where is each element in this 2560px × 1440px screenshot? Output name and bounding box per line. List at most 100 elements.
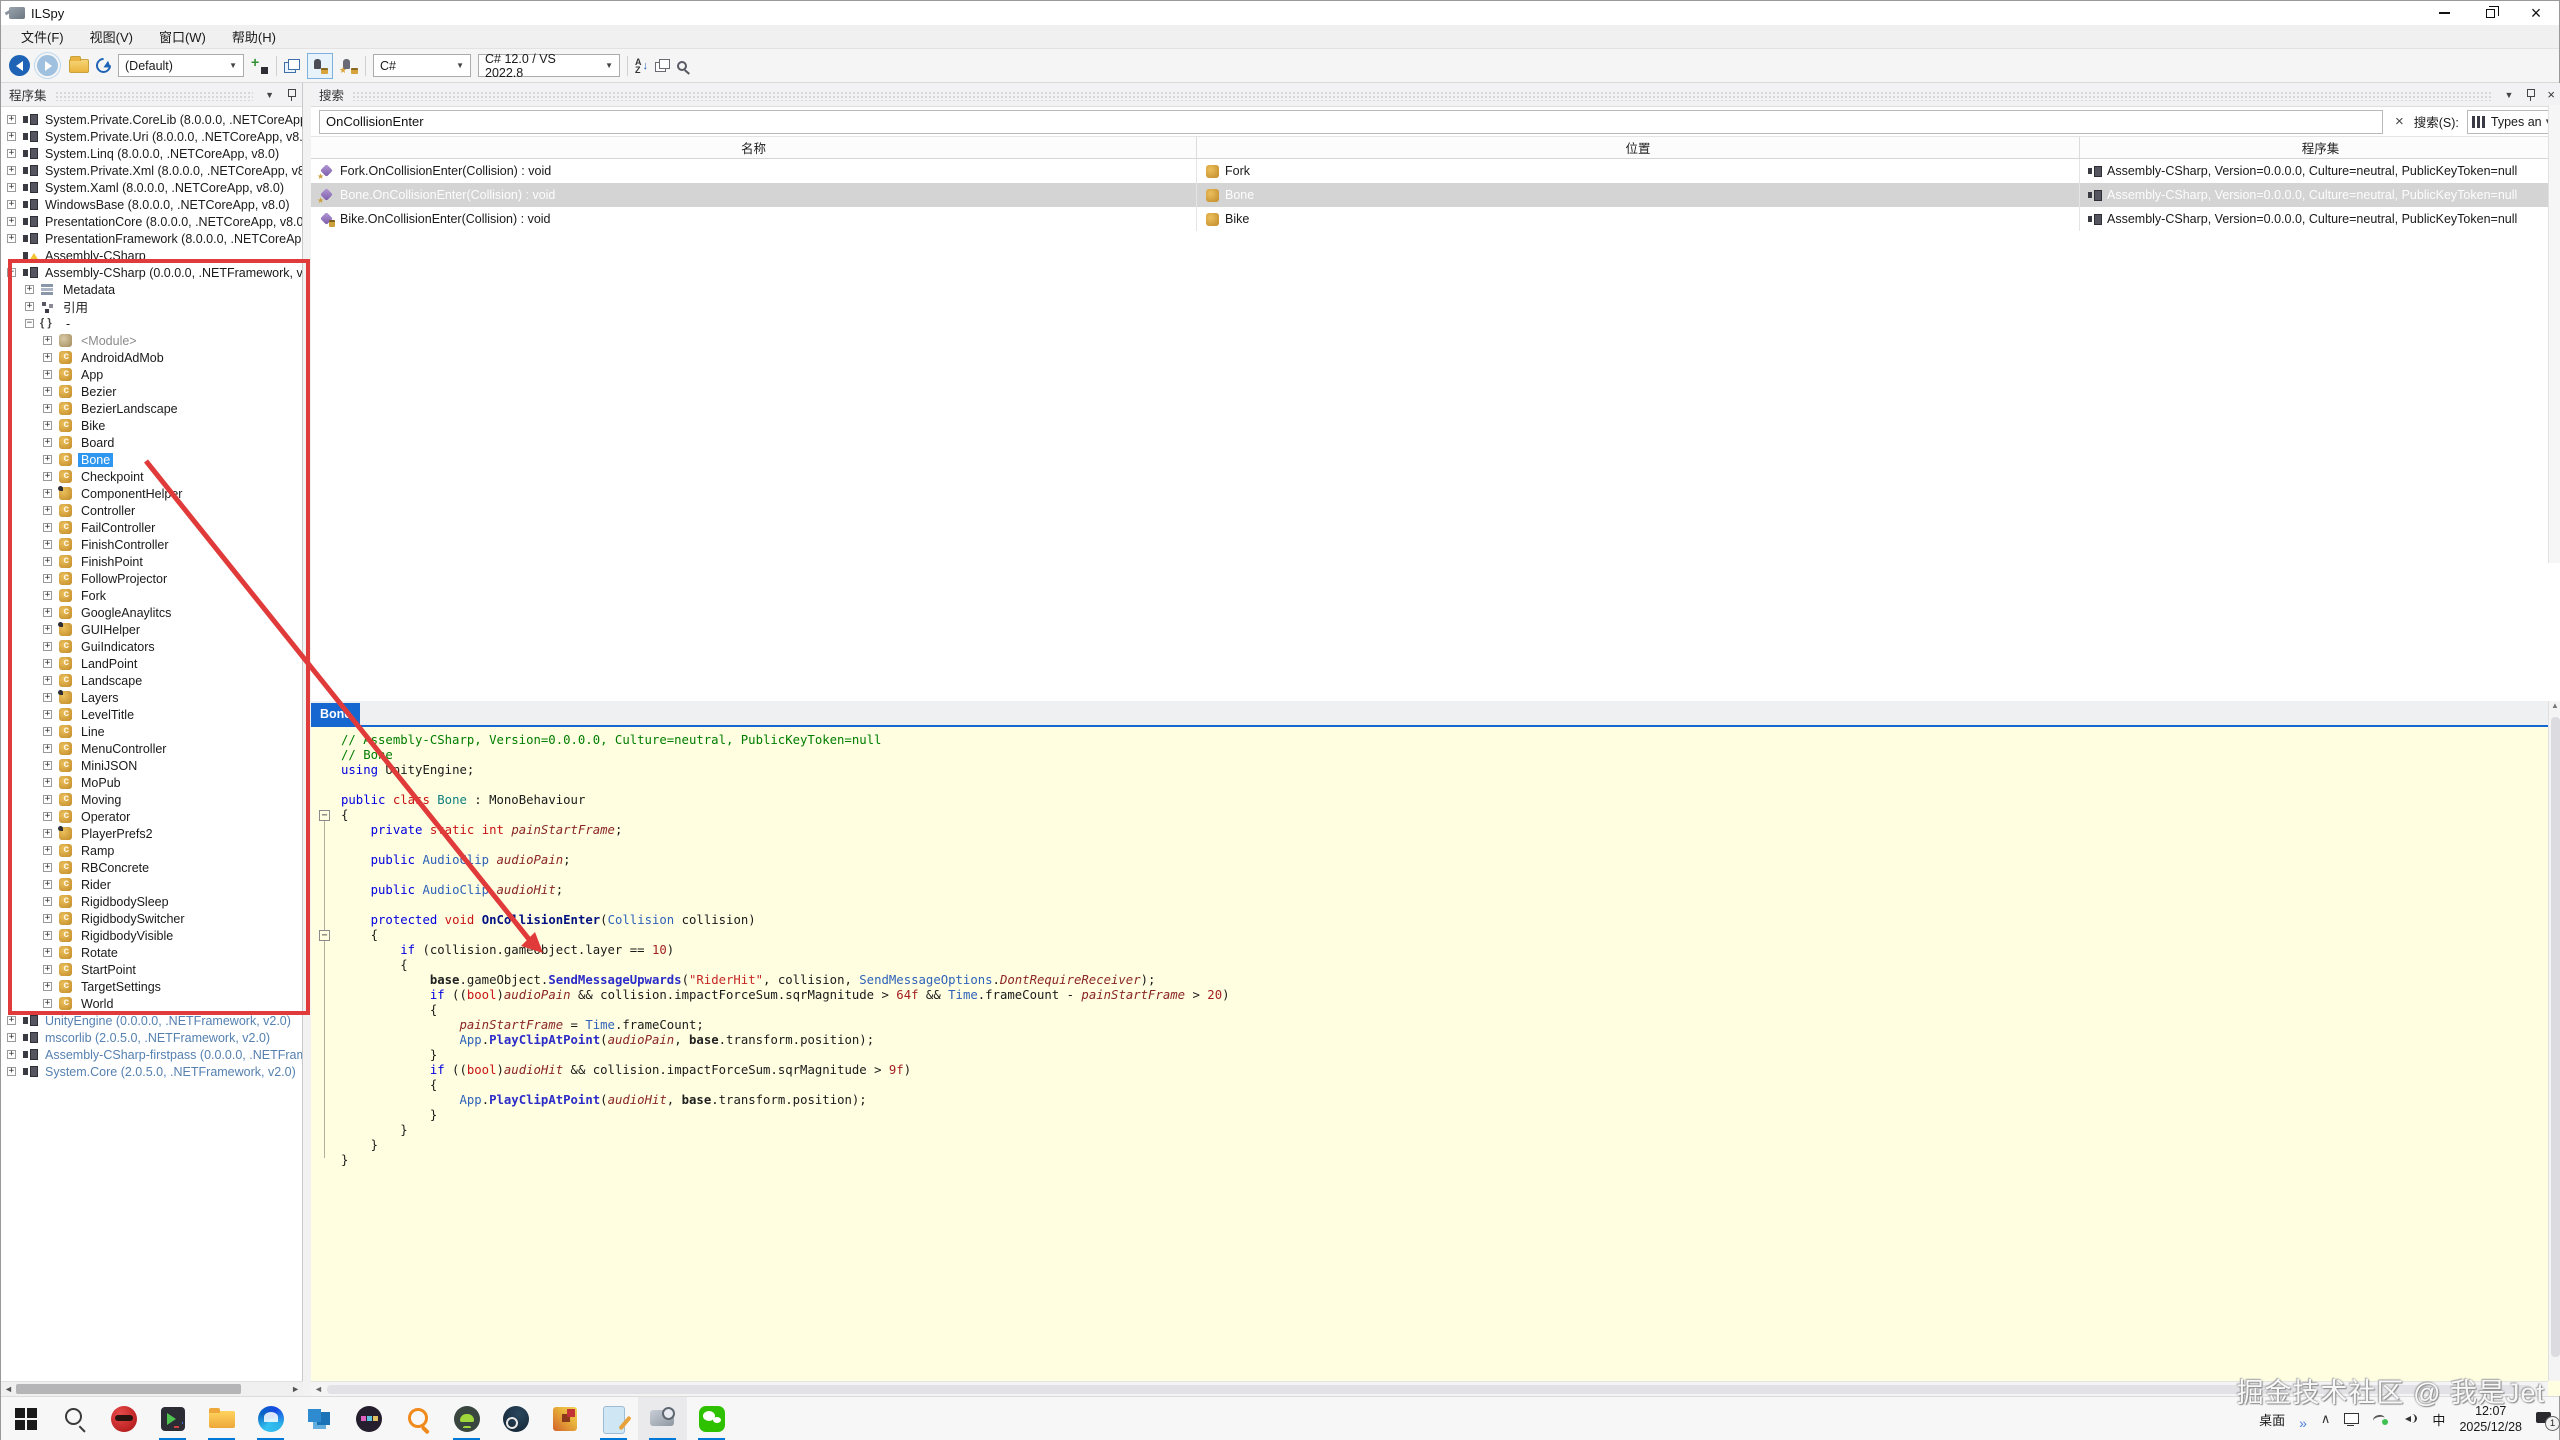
tree-expander-icon[interactable]: − [25,319,34,328]
assembly-list-dropdown[interactable]: (Default) ▼ [118,54,244,77]
desktop-toolbar-label[interactable]: 桌面 [2259,1410,2285,1429]
manage-assembly-lists-button[interactable]: + [251,57,269,75]
tree-expander-icon[interactable]: + [43,710,52,719]
hscroll-thumb[interactable] [16,1384,241,1394]
tree-expander-icon[interactable]: + [43,591,52,600]
tree-item-finishcontroller[interactable]: +FinishController [1,536,302,553]
tree-item-assembly-csharp-firstpass-0-0-0-0-netframework-v2-0[interactable]: +Assembly-CSharp-firstpass (0.0.0.0, .NE… [1,1046,302,1063]
taskbar-icon-vmware[interactable] [295,1397,344,1440]
tree-expander-icon[interactable]: + [43,523,52,532]
scroll-left-icon[interactable]: ◄ [314,1384,323,1394]
tree-item-followprojector[interactable]: +FollowProjector [1,570,302,587]
forward-button[interactable] [37,55,58,76]
connection-status-icon[interactable] [2373,1413,2388,1425]
tree-item-rigidbodyswitcher[interactable]: +RigidbodySwitcher [1,910,302,927]
tree-item-system-private-uri-8-0-0-0-netcoreapp-v8-0[interactable]: +System.Private.Uri (8.0.0.0, .NETCoreAp… [1,128,302,145]
scroll-left-icon[interactable]: ◄ [4,1384,13,1394]
tree-expander-icon[interactable]: + [43,387,52,396]
tree-item-metadata[interactable]: +Metadata [1,281,302,298]
pin-icon[interactable] [286,89,296,101]
tree-expander-icon[interactable]: + [43,659,52,668]
restore-button[interactable] [2467,1,2513,25]
taskbar-icon-steam[interactable] [491,1397,540,1440]
tree-expander-icon[interactable]: + [43,438,52,447]
tree-expander-icon[interactable]: + [7,1050,16,1059]
taskbar-icon-start[interactable] [1,1397,50,1440]
tree-item-checkpoint[interactable]: +Checkpoint [1,468,302,485]
fold-collapse-icon[interactable]: − [319,810,330,821]
menu-help[interactable]: 帮助(H) [220,24,288,49]
tree-expander-icon[interactable]: + [7,200,16,209]
tree-item-rotate[interactable]: +Rotate [1,944,302,961]
tree-item-rider[interactable]: +Rider [1,876,302,893]
tree-expander-icon[interactable]: + [7,1067,16,1076]
tree-expander-icon[interactable]: + [43,880,52,889]
fold-collapse-icon[interactable]: − [319,930,330,941]
tree-expander-icon[interactable]: + [43,421,52,430]
vscroll-thumb[interactable] [2551,717,2560,1357]
search-vscrollbar[interactable] [2548,105,2560,563]
search-result-row[interactable]: Bone.OnCollisionEnter(Collision) : voidB… [311,183,2560,207]
sort-assemblies-button[interactable]: AZ ↓ [635,58,648,74]
show-internal-api-toggle[interactable]: ★ [340,58,358,74]
tree-item-googleanaylitcs[interactable]: +GoogleAnaylitcs [1,604,302,621]
tree-expander-icon[interactable]: + [43,965,52,974]
tree-expander-icon[interactable]: + [43,336,52,345]
hscroll-thumb[interactable] [327,1385,2532,1394]
tree-item-system-private-corelib-8-0-0-0-netcoreapp-v8-0[interactable]: +System.Private.CoreLib (8.0.0.0, .NETCo… [1,111,302,128]
tree-item-operator[interactable]: +Operator [1,808,302,825]
search-result-row[interactable]: Fork.OnCollisionEnter(Collision) : voidF… [311,159,2560,183]
hidden-icons-button[interactable]: ∧ [2321,1411,2331,1427]
column-header-name[interactable]: 名称 [311,137,1197,158]
tree-item-guihelper[interactable]: +GUIHelper [1,621,302,638]
tree-expander-icon[interactable]: + [43,761,52,770]
tree-item-startpoint[interactable]: +StartPoint [1,961,302,978]
search-filter-dropdown[interactable]: Types an ▼ [2467,110,2557,134]
tree-expander-icon[interactable]: + [43,540,52,549]
minimize-button[interactable] [2421,1,2467,25]
taskbar-icon-game[interactable] [540,1397,589,1440]
tree-expander-icon[interactable]: + [43,914,52,923]
tree-item-failcontroller[interactable]: +FailController [1,519,302,536]
tree-item-guiindicators[interactable]: +GuiIndicators [1,638,302,655]
tree-expander-icon[interactable]: + [43,353,52,362]
tree-expander-icon[interactable]: + [43,795,52,804]
tree-expander-icon[interactable]: + [43,948,52,957]
network-icon[interactable] [2344,1413,2359,1425]
tree-item-androidadmob[interactable]: +AndroidAdMob [1,349,302,366]
tree-item-mopub[interactable]: +MoPub [1,774,302,791]
tree-item-bezierlandscape[interactable]: +BezierLandscape [1,400,302,417]
tree-expander-icon[interactable]: + [43,574,52,583]
taskbar-icon-ilspy[interactable] [638,1397,687,1440]
taskbar-icon-edge[interactable] [246,1397,295,1440]
tree-expander-icon[interactable]: + [43,472,52,481]
taskbar-icon-wechat[interactable] [687,1397,736,1440]
tree-item-targetsettings[interactable]: +TargetSettings [1,978,302,995]
language-version-dropdown[interactable]: C# 12.0 / VS 2022.8 ▼ [478,54,620,77]
open-new-tab-button[interactable] [284,59,300,73]
tree-item-[interactable]: +引用 [1,298,302,315]
tree-item-menucontroller[interactable]: +MenuController [1,740,302,757]
panel-menu-icon[interactable]: ▼ [265,90,274,100]
taskbar-icon-redapp[interactable] [99,1397,148,1440]
tree-expander-icon[interactable]: + [25,285,34,294]
menu-window[interactable]: 窗口(W) [147,24,218,49]
volume-icon[interactable] [2402,1413,2418,1426]
scroll-right-icon[interactable]: ► [291,1384,300,1394]
tree-expander-icon[interactable]: − [7,268,16,277]
tree-expander-icon[interactable]: + [7,183,16,192]
tree-expander-icon[interactable]: + [43,404,52,413]
search-result-row[interactable]: Bike.OnCollisionEnter(Collision) : voidB… [311,207,2560,231]
column-header-location[interactable]: 位置 [1197,137,2080,158]
close-button[interactable]: × [2513,1,2559,25]
tree-expander-icon[interactable]: + [7,132,16,141]
tree-expander-icon[interactable]: + [43,455,52,464]
tree-expander-icon[interactable]: + [43,744,52,753]
menu-file[interactable]: 文件(F) [9,24,76,49]
tree-item-presentationframework-8-0-0-0-netcoreapp-v8-0[interactable]: +PresentationFramework (8.0.0.0, .NETCor… [1,230,302,247]
tree-item-assembly-csharp[interactable]: Assembly-CSharp [1,247,302,264]
column-header-assembly[interactable]: 程序集 [2080,137,2560,158]
tree-item-system-core-2-0-5-0-netframework-v2-0[interactable]: +System.Core (2.0.5.0, .NETFramework, v2… [1,1063,302,1080]
tree-expander-icon[interactable]: + [43,999,52,1008]
tree-item-world[interactable]: +World [1,995,302,1012]
